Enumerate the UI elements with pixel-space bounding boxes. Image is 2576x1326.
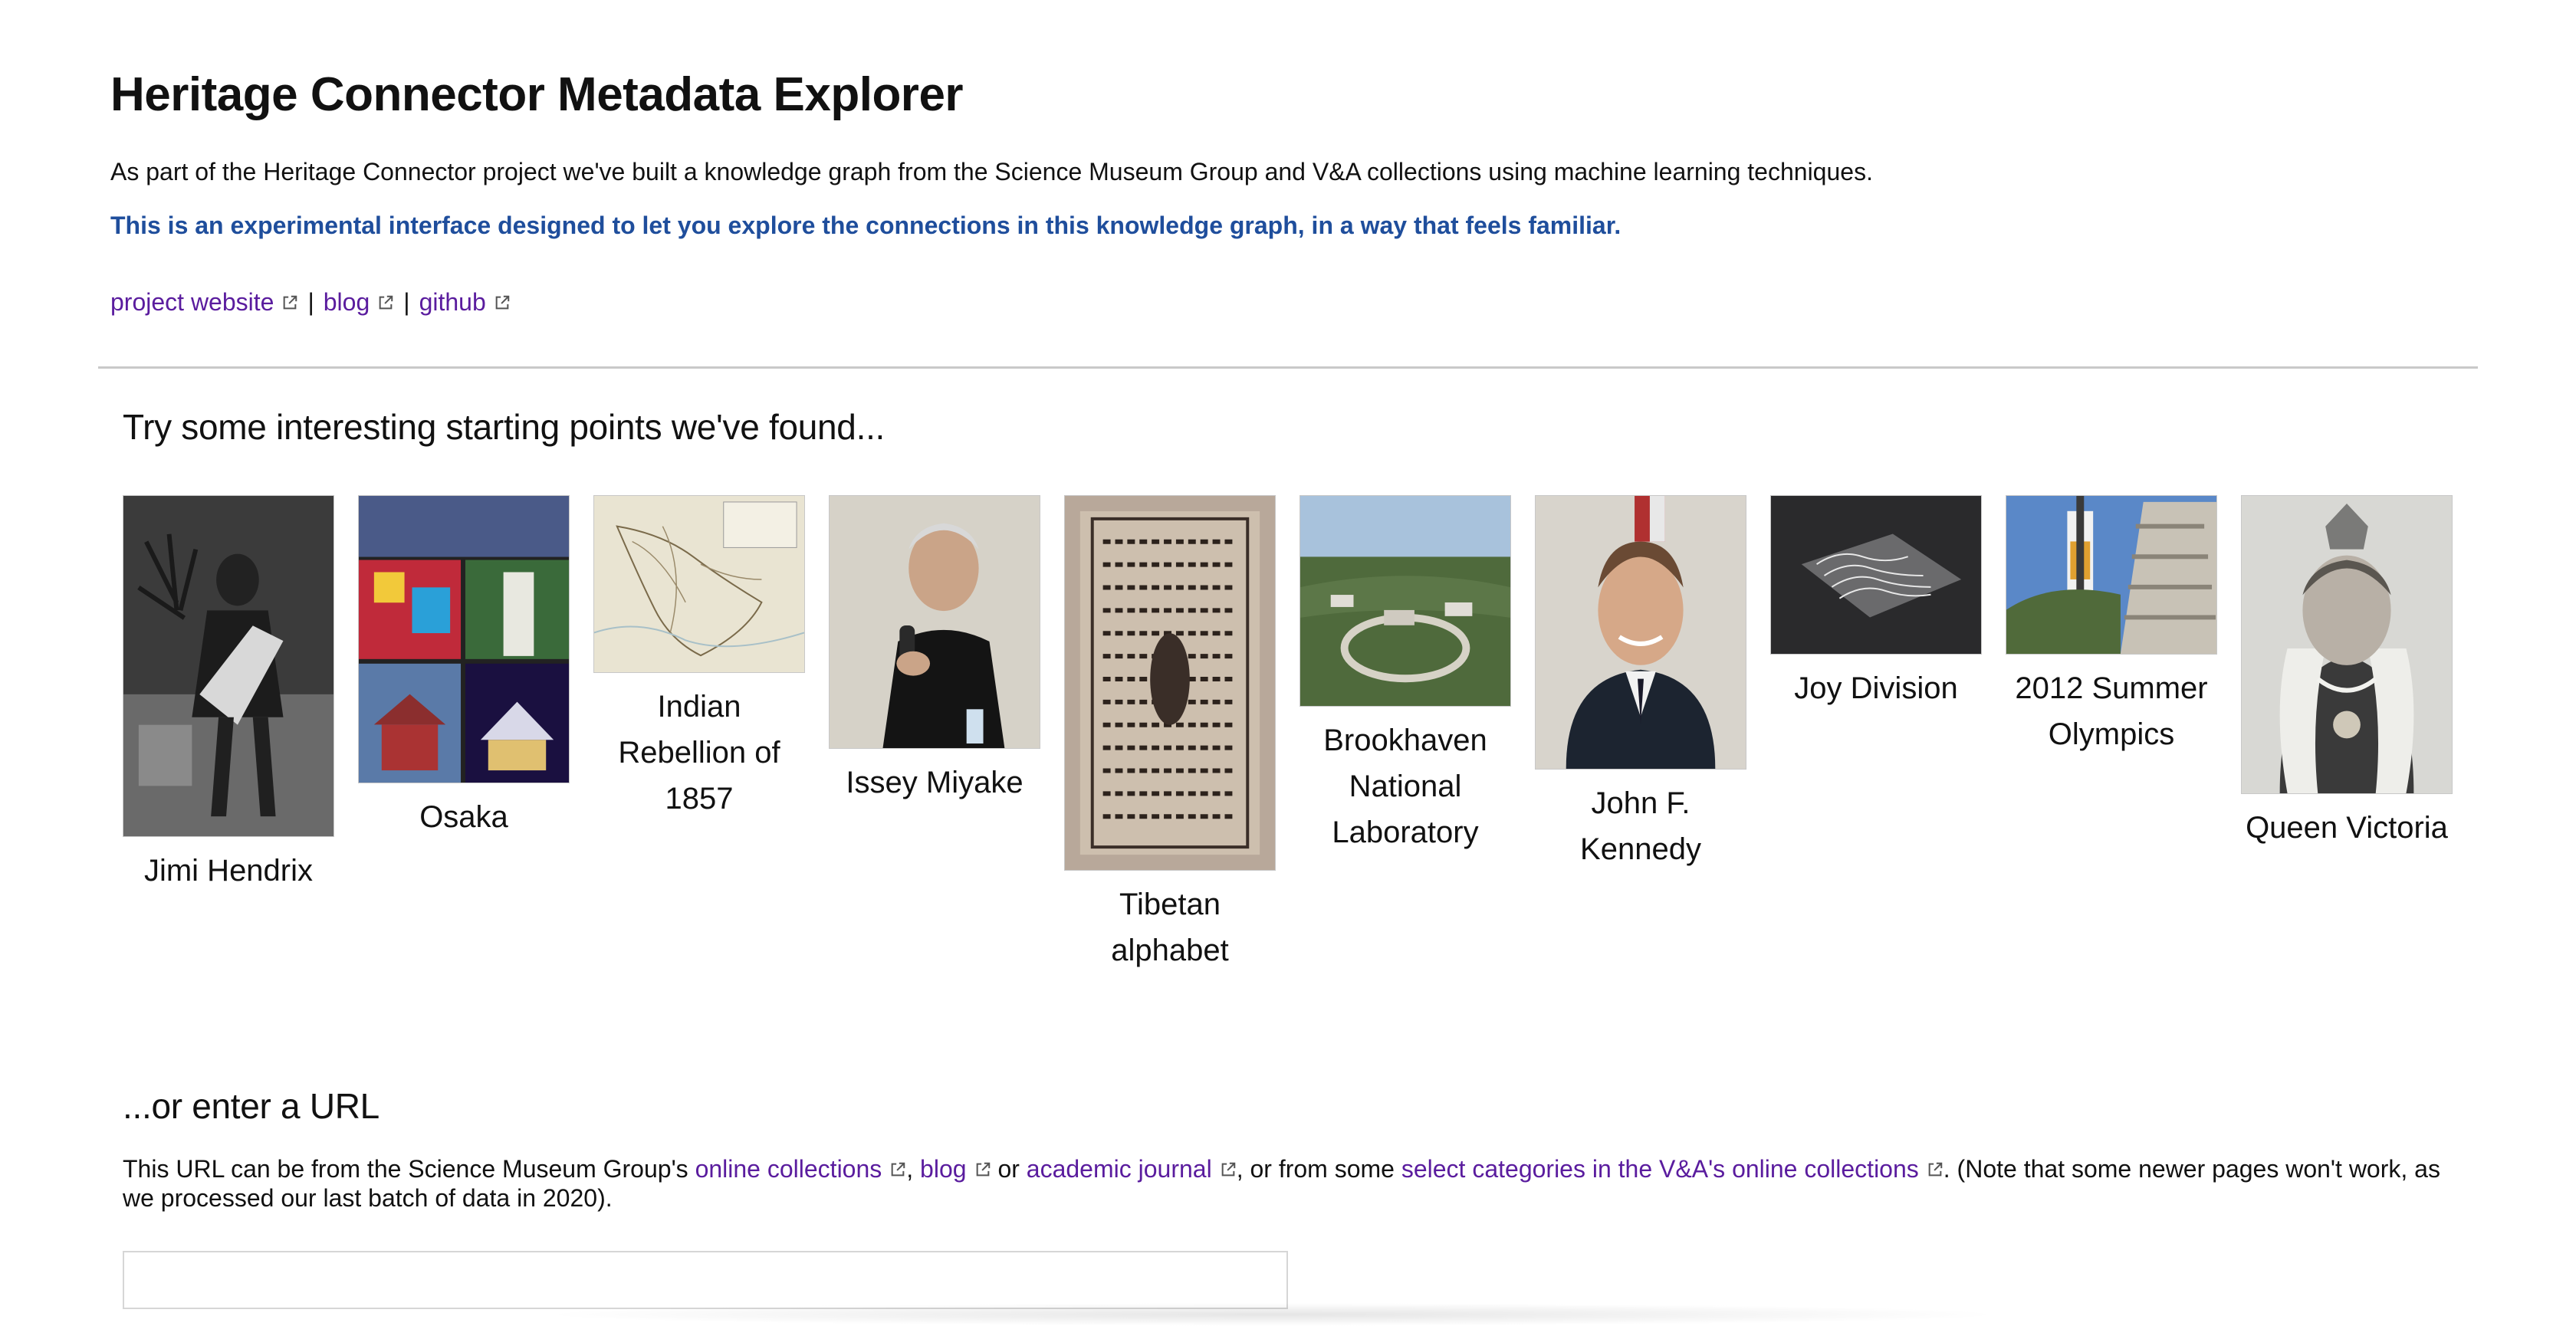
starting-point-card[interactable]: Indian Rebellion of 1857 <box>593 495 805 822</box>
smg-blog-link[interactable]: blog <box>920 1155 991 1183</box>
external-link-icon <box>284 295 297 310</box>
starting-point-label: Queen Victoria <box>2246 811 2448 845</box>
starting-point-label: John F. Kennedy <box>1580 786 1701 866</box>
starting-point-label: Tibetan alphabet <box>1111 888 1229 967</box>
va-collections-link-label: select categories in the V&A's online co… <box>1401 1155 1919 1183</box>
issey-miyake-image <box>829 495 1040 749</box>
online-collections-link[interactable]: online collections <box>695 1155 907 1183</box>
page-title: Heritage Connector Metadata Explorer <box>110 68 964 121</box>
starting-point-card[interactable]: John F. Kennedy <box>1535 495 1746 872</box>
brookhaven-laboratory-image <box>1300 495 1511 707</box>
url-note-comma: , <box>906 1155 921 1183</box>
url-note-prefix: This URL can be from the Science Museum … <box>123 1155 695 1183</box>
section-divider <box>98 366 2478 369</box>
va-collections-link[interactable]: select categories in the V&A's online co… <box>1401 1155 1944 1183</box>
john-f-kennedy-image <box>1535 495 1746 770</box>
starting-point-card[interactable]: 2012 Summer Olympics <box>2006 495 2217 757</box>
academic-journal-link[interactable]: academic journal <box>1027 1155 1237 1183</box>
external-link-icon <box>976 1162 990 1177</box>
github-link-label: github <box>419 288 486 316</box>
starting-point-card[interactable]: Brookhaven National Laboratory <box>1300 495 1511 855</box>
joy-division-image <box>1770 495 1982 655</box>
starting-point-card[interactable]: Jimi Hendrix <box>123 495 334 894</box>
external-link-icon <box>891 1162 905 1177</box>
starting-point-label: Brookhaven National Laboratory <box>1323 724 1487 849</box>
starting-point-card[interactable]: Issey Miyake <box>829 495 1040 806</box>
external-link-icon <box>1221 1162 1235 1177</box>
project-website-link[interactable]: project website <box>110 288 298 316</box>
bottom-fade <box>537 1303 2009 1326</box>
url-note-or: or <box>991 1155 1027 1183</box>
link-separator: | <box>403 288 410 316</box>
jimi-hendrix-image <box>123 495 334 837</box>
online-collections-link-label: online collections <box>695 1155 882 1183</box>
starting-points-title: Try some interesting starting points we'… <box>123 407 886 447</box>
header-links: project website | blog | github <box>110 288 511 317</box>
indian-rebellion-map-image <box>593 495 805 673</box>
url-note-middle: , or from some <box>1236 1155 1401 1183</box>
external-link-icon <box>495 295 510 310</box>
tibetan-alphabet-image <box>1064 495 1276 871</box>
experimental-notice: This is an experimental interface design… <box>110 212 1622 239</box>
academic-journal-link-label: academic journal <box>1026 1155 1212 1183</box>
url-section-title: ...or enter a URL <box>123 1086 380 1126</box>
external-link-icon <box>379 295 393 310</box>
url-section-description: This URL can be from the Science Museum … <box>123 1154 2453 1213</box>
starting-point-card[interactable]: Joy Division <box>1770 495 1982 711</box>
starting-point-label: Issey Miyake <box>846 766 1024 799</box>
starting-point-label: Jimi Hendrix <box>143 854 314 888</box>
starting-point-label: Indian Rebellion of 1857 <box>618 690 780 816</box>
starting-point-label: Osaka <box>419 800 508 834</box>
github-link[interactable]: github <box>419 288 511 316</box>
external-link-icon <box>1928 1162 1943 1177</box>
starting-point-card[interactable]: Tibetan alphabet <box>1064 495 1276 973</box>
project-website-link-label: project website <box>110 288 274 316</box>
starting-point-label: 2012 Summer Olympics <box>2015 671 2208 751</box>
starting-point-card[interactable]: Queen Victoria <box>2241 495 2453 851</box>
blog-link[interactable]: blog <box>324 288 395 316</box>
starting-point-label: Joy Division <box>1794 671 1958 705</box>
starting-points-grid: Jimi Hendrix Osaka Indian Rebellion of 1… <box>123 495 2453 986</box>
intro-text: As part of the Heritage Connector projec… <box>110 158 1873 185</box>
starting-point-card[interactable]: Osaka <box>358 495 570 840</box>
queen-victoria-image <box>2241 495 2453 794</box>
link-separator: | <box>307 288 314 316</box>
summer-olympics-2012-image <box>2006 495 2217 655</box>
url-input[interactable] <box>123 1251 1288 1309</box>
smg-blog-link-label: blog <box>920 1155 967 1183</box>
osaka-image <box>358 495 570 783</box>
blog-link-label: blog <box>323 288 370 316</box>
